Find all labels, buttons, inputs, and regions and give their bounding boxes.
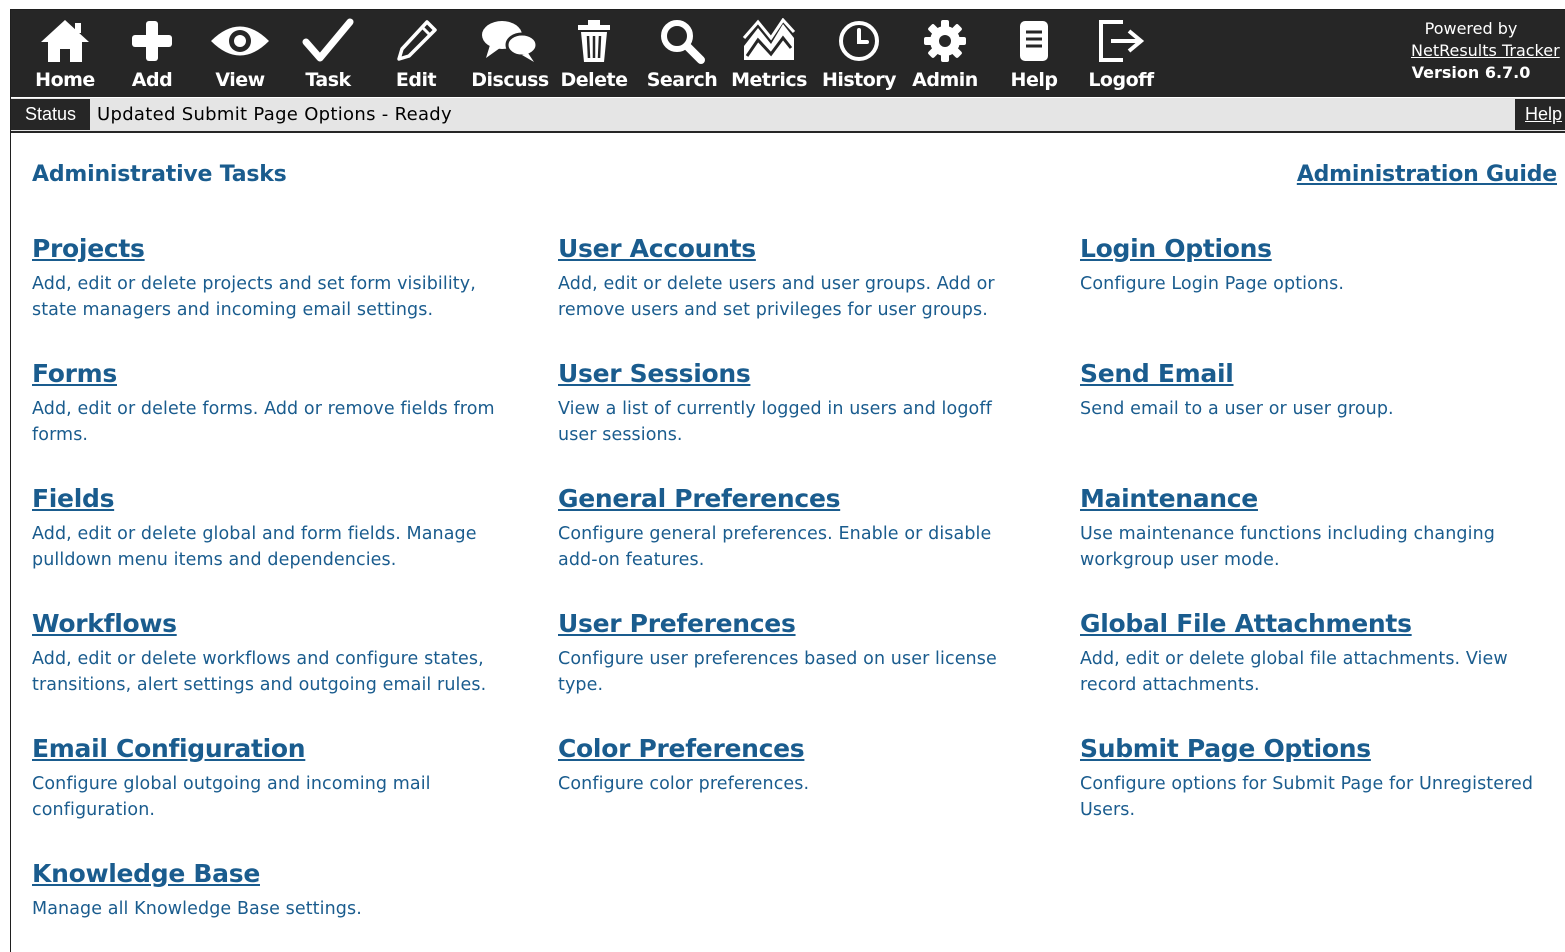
- powered-by-text: Powered by: [1424, 19, 1518, 38]
- task-link[interactable]: User Preferences: [558, 609, 796, 639]
- task-link[interactable]: Global File Attachments: [1080, 609, 1412, 639]
- toolbar-view-button[interactable]: View: [203, 10, 277, 97]
- task-description: Configure general preferences. Enable or…: [558, 524, 992, 570]
- task-user-preferences: User Preferences Configure user preferen…: [558, 609, 1048, 698]
- task-user-accounts: User Accounts Add, edit or delete users …: [558, 234, 1048, 323]
- task-description: Add, edit or delete users and user group…: [558, 274, 995, 320]
- toolbar-label: Add: [131, 69, 173, 91]
- eye-icon: [211, 26, 269, 56]
- status-bar: Status Updated Submit Page Options - Rea…: [11, 98, 1565, 133]
- toolbar-task-button[interactable]: Task: [291, 10, 365, 97]
- task-link[interactable]: Submit Page Options: [1080, 734, 1371, 764]
- toolbar-label: Task: [305, 69, 351, 91]
- task-fields: Fields Add, edit or delete global and fo…: [32, 484, 522, 573]
- task-description: Manage all Knowledge Base settings.: [32, 899, 362, 919]
- task-projects: Projects Add, edit or delete projects an…: [32, 234, 522, 323]
- status-message: Updated Submit Page Options - Ready: [97, 104, 452, 125]
- task-link[interactable]: Fields: [32, 484, 114, 514]
- status-label: Status: [11, 99, 90, 130]
- status-help-link[interactable]: Help: [1515, 99, 1565, 130]
- plus-icon: [132, 21, 172, 61]
- main-toolbar: Home Add View Task Edit Discuss Delete S…: [11, 10, 1565, 97]
- chart-icon: [742, 18, 796, 60]
- toolbar-label: Home: [35, 69, 95, 91]
- toolbar-label: View: [215, 69, 265, 91]
- task-workflows: Workflows Add, edit or delete workflows …: [32, 609, 522, 698]
- task-link[interactable]: Send Email: [1080, 359, 1234, 389]
- task-color-preferences: Color Preferences Configure color prefer…: [558, 734, 1048, 797]
- task-email-configuration: Email Configuration Configure global out…: [32, 734, 522, 823]
- toolbar-label: Discuss: [471, 69, 549, 91]
- task-link[interactable]: Email Configuration: [32, 734, 306, 764]
- pencil-icon: [397, 20, 437, 61]
- task-send-email: Send Email Send email to a user or user …: [1080, 359, 1565, 422]
- task-description: Add, edit or delete global and form fiel…: [32, 524, 477, 570]
- task-description: View a list of currently logged in users…: [558, 399, 992, 445]
- toolbar-history-button[interactable]: History: [819, 10, 899, 97]
- task-knowledge-base: Knowledge Base Manage all Knowledge Base…: [32, 859, 522, 922]
- toolbar-label: Search: [646, 69, 718, 91]
- task-link[interactable]: Workflows: [32, 609, 177, 639]
- toolbar-label: History: [821, 69, 897, 91]
- exit-icon: [1099, 20, 1145, 62]
- task-description: Add, edit or delete projects and set for…: [32, 274, 476, 320]
- toolbar-label: Edit: [395, 69, 437, 91]
- version-text: Version 6.7.0: [1411, 63, 1531, 82]
- task-link[interactable]: User Sessions: [558, 359, 751, 389]
- toolbar-label: Admin: [912, 69, 978, 91]
- toolbar-discuss-button[interactable]: Discuss: [463, 10, 557, 97]
- clock-icon: [839, 21, 879, 61]
- powered-by-block: Powered by NetResults Tracker Version 6.…: [1371, 18, 1565, 84]
- toolbar-label: Delete: [560, 69, 628, 91]
- task-link[interactable]: User Accounts: [558, 234, 756, 264]
- task-forms: Forms Add, edit or delete forms. Add or …: [32, 359, 522, 448]
- toolbar-label: Logoff: [1088, 69, 1154, 91]
- task-link[interactable]: General Preferences: [558, 484, 840, 514]
- task-link[interactable]: Forms: [32, 359, 117, 389]
- task-description: Use maintenance functions including chan…: [1080, 524, 1495, 570]
- task-global-file-attachments: Global File Attachments Add, edit or del…: [1080, 609, 1565, 698]
- toolbar-logoff-button[interactable]: Logoff: [1081, 10, 1161, 97]
- task-description: Configure options for Submit Page for Un…: [1080, 774, 1534, 820]
- toolbar-help-button[interactable]: Help: [997, 10, 1071, 97]
- task-description: Send email to a user or user group.: [1080, 399, 1394, 419]
- home-icon: [41, 20, 89, 62]
- toolbar-add-button[interactable]: Add: [117, 10, 187, 97]
- toolbar-edit-button[interactable]: Edit: [379, 10, 453, 97]
- checkmark-icon: [302, 18, 354, 62]
- task-description: Configure Login Page options.: [1080, 274, 1344, 294]
- task-description: Configure color preferences.: [558, 774, 810, 794]
- document-icon: [1020, 21, 1048, 61]
- speech-bubbles-icon: [482, 21, 539, 62]
- toolbar-label: Help: [1010, 69, 1058, 91]
- administration-guide-link[interactable]: Administration Guide: [1297, 162, 1557, 187]
- task-description: Configure global outgoing and incoming m…: [32, 774, 431, 820]
- gear-icon: [924, 20, 966, 62]
- task-description: Configure user preferences based on user…: [558, 649, 997, 695]
- task-login-options: Login Options Configure Login Page optio…: [1080, 234, 1565, 297]
- toolbar-admin-button[interactable]: Admin: [907, 10, 983, 97]
- product-link[interactable]: NetResults Tracker: [1411, 40, 1565, 62]
- page-title: Administrative Tasks: [32, 162, 287, 187]
- toolbar-search-button[interactable]: Search: [645, 10, 719, 97]
- task-link[interactable]: Login Options: [1080, 234, 1272, 264]
- task-description: Add, edit or delete workflows and config…: [32, 649, 487, 695]
- toolbar-delete-button[interactable]: Delete: [557, 10, 631, 97]
- task-description: Add, edit or delete forms. Add or remove…: [32, 399, 495, 445]
- task-maintenance: Maintenance Use maintenance functions in…: [1080, 484, 1565, 573]
- task-submit-page-options: Submit Page Options Configure options fo…: [1080, 734, 1565, 823]
- task-link[interactable]: Projects: [32, 234, 145, 264]
- toolbar-metrics-button[interactable]: Metrics: [729, 10, 809, 97]
- task-link[interactable]: Maintenance: [1080, 484, 1258, 514]
- trash-icon: [578, 20, 610, 62]
- task-link[interactable]: Knowledge Base: [32, 859, 260, 889]
- task-link[interactable]: Color Preferences: [558, 734, 805, 764]
- task-user-sessions: User Sessions View a list of currently l…: [558, 359, 1048, 448]
- magnifier-icon: [661, 20, 705, 64]
- task-general-preferences: General Preferences Configure general pr…: [558, 484, 1048, 573]
- app-window: Home Add View Task Edit Discuss Delete S…: [10, 9, 1565, 952]
- task-description: Add, edit or delete global file attachme…: [1080, 649, 1508, 695]
- toolbar-label: Metrics: [731, 69, 807, 91]
- toolbar-home-button[interactable]: Home: [25, 10, 105, 97]
